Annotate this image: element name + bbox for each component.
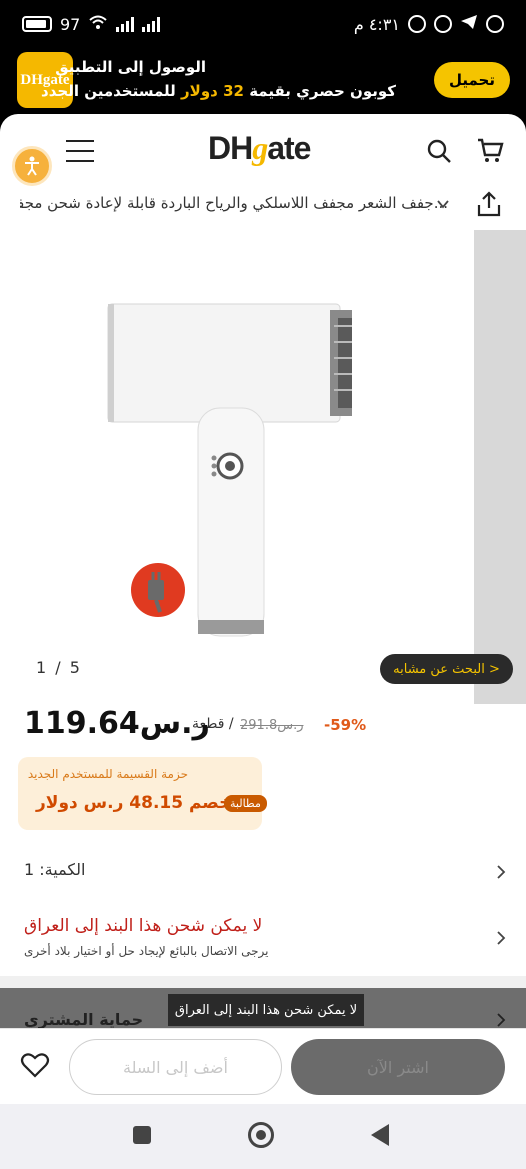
shipping-error: لا يمكن شحن هذا البند إلى العراق (24, 916, 263, 936)
action-bar: أضف إلى السلة اشتر الآن (0, 1028, 526, 1104)
status-time: ٤:٣١ م (353, 14, 400, 34)
wifi-icon (88, 14, 108, 34)
back-icon[interactable] (371, 1124, 389, 1146)
hair-dryer-image (107, 303, 352, 637)
battery-icon (22, 16, 52, 32)
new-user-coupon[interactable]: حزمة القسيمة للمستخدم الجديد خصم 48.15 ر… (18, 757, 267, 830)
heart-icon[interactable] (20, 1051, 50, 1079)
price-row: -59% 291.8ر.س قطعة / ر.س119.64 (0, 706, 526, 750)
banner-subtitle: كوبون حصري بقيمة 32 دولار للمستخدمين الج… (41, 82, 396, 100)
menu-icon[interactable] (66, 140, 94, 162)
whatsapp-icon (486, 15, 504, 33)
current-price: ر.س119.64 (24, 706, 210, 741)
add-to-cart-button[interactable]: أضف إلى السلة (69, 1039, 282, 1095)
discount-percent: -59% (324, 716, 367, 734)
battery-level: 97 (60, 14, 81, 34)
brand-ate: ate (267, 130, 311, 166)
breadcrumb: ...جفف الشعر مجفف اللاسلكي والرياح البار… (0, 188, 526, 228)
app-download-banner: DHgate الوصول إلى التطبيق كوبون حصري بقي… (0, 50, 526, 114)
chevron-right-icon (497, 931, 506, 945)
signal-icon-2 (142, 16, 161, 32)
toast-message: لا يمكن شحن هذا البند إلى العراق (168, 994, 364, 1026)
product-page: DHgate ...جفف الشعر مجفف اللاسلكي والريا… (0, 114, 526, 1104)
home-icon[interactable] (248, 1122, 274, 1148)
brand-dh: DH (208, 130, 253, 166)
product-title-truncated[interactable]: ...جفف الشعر مجفف اللاسلكي والرياح البار… (20, 194, 448, 212)
buy-now-button[interactable]: اشتر الآن (291, 1039, 505, 1095)
signal-icon (116, 16, 135, 32)
telegram-icon (460, 14, 478, 34)
chevron-right-icon (497, 865, 506, 879)
facebook-icon (434, 15, 452, 33)
accessibility-icon[interactable] (12, 146, 52, 186)
banner-title: الوصول إلى التطبيق (55, 58, 206, 76)
cart-icon[interactable] (476, 136, 504, 164)
banner-subtitle-pre: كوبون حصري بقيمة (249, 82, 396, 100)
system-nav-bar (0, 1104, 526, 1169)
shipping-hint: يرجى الاتصال بالبائع لإيجاد حل أو اختيار… (24, 944, 269, 958)
coupon-claim-tag[interactable]: مطالبة (224, 795, 267, 812)
chevron-down-icon[interactable] (436, 196, 450, 210)
banner-coupon-amount: 32 دولار (181, 82, 244, 100)
coupon-title: حزمة القسيمة للمستخدم الجديد (27, 767, 188, 781)
chevron-right-icon (497, 1013, 506, 1027)
gallery-next-peek[interactable] (474, 230, 526, 704)
gallery-counter: 1 / 5 (36, 658, 82, 677)
section-divider (0, 976, 526, 988)
status-left: 97 (22, 14, 161, 34)
share-icon[interactable] (476, 190, 502, 218)
recents-icon[interactable] (133, 1126, 151, 1144)
brand-g: g (252, 130, 268, 166)
coupon-offer: خصم 48.15 ر.س دولار (36, 793, 232, 813)
search-icon[interactable] (426, 138, 452, 164)
buyer-protection-title: حماية المشتري (24, 1010, 144, 1029)
site-header: DHgate (0, 114, 526, 184)
alarm-icon (408, 15, 426, 33)
download-app-button[interactable]: تحميل (434, 62, 510, 98)
status-right: ٤:٣١ م (354, 14, 504, 34)
find-similar-button[interactable]: < البحث عن مشابه (380, 654, 513, 684)
quantity-row[interactable]: الكمية: 1 (0, 850, 526, 890)
dhgate-logo[interactable]: DHgate (208, 130, 311, 167)
quantity-label: الكمية: 1 (24, 860, 86, 879)
banner-subtitle-post: للمستخدمين الجدد (41, 82, 176, 100)
shipping-row[interactable]: لا يمكن شحن هذا البند إلى العراق يرجى ال… (0, 906, 526, 966)
product-gallery[interactable]: 1 / 5 < البحث عن مشابه (0, 230, 526, 704)
status-bar: 97 ٤:٣١ م (0, 0, 526, 50)
original-price: 291.8ر.س (240, 718, 304, 733)
